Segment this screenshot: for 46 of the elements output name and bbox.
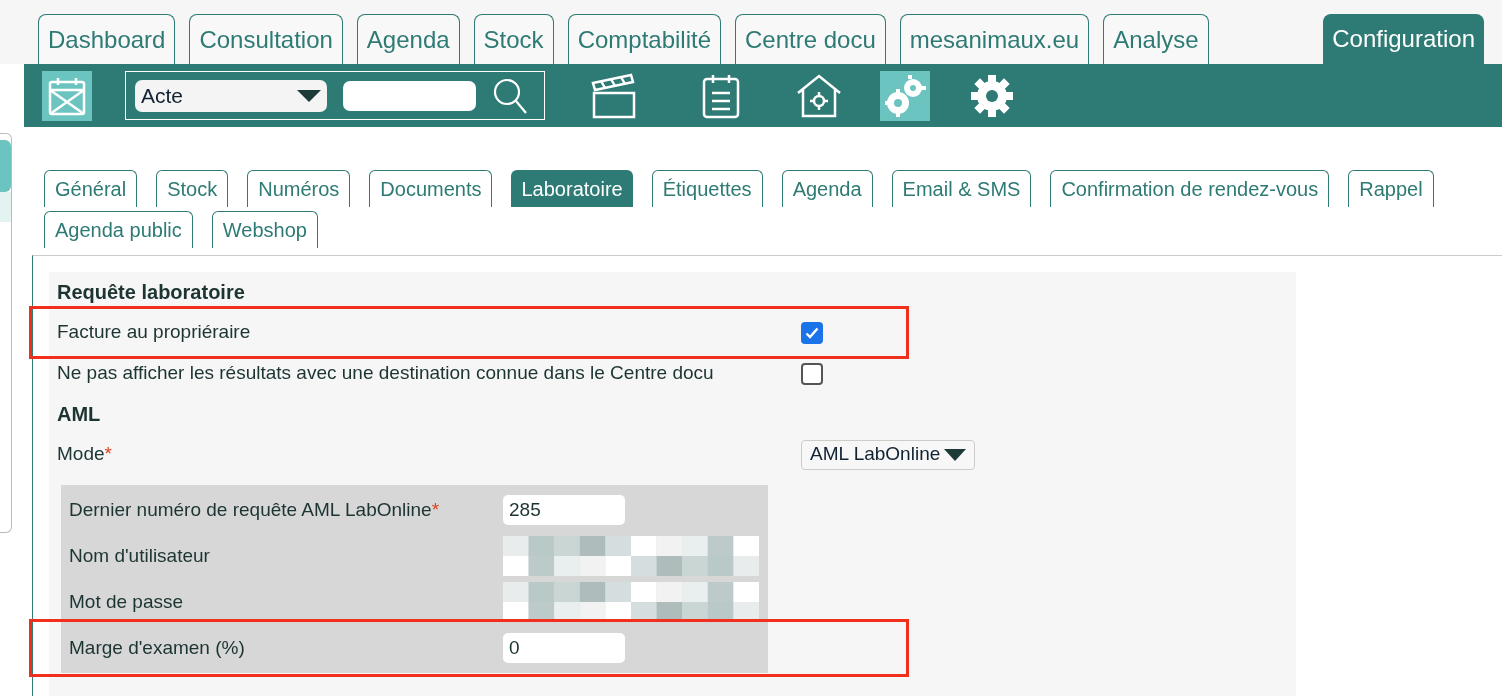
- dropdown-arrow-icon: [297, 89, 321, 102]
- main-tab[interactable]: Consultation: [189, 14, 343, 64]
- field-label: Dernier numéro de requête AML LabOnline*: [69, 497, 441, 522]
- settings-icon[interactable]: [970, 73, 1014, 118]
- settings-tab[interactable]: Documents: [369, 170, 493, 207]
- field-label: Nom d'utilisateur: [69, 543, 211, 568]
- main-tab[interactable]: Analyse: [1103, 14, 1209, 64]
- checkbox[interactable]: [801, 321, 823, 344]
- settings-tab[interactable]: Numéros: [247, 170, 351, 207]
- main-tab[interactable]: mesanimaux.eu: [899, 14, 1090, 64]
- mode-dropdown[interactable]: AML LabOnline: [801, 439, 976, 470]
- search-field[interactable]: [343, 80, 476, 111]
- side-panel-row: [0, 192, 11, 222]
- settings-tab[interactable]: Email & SMS: [891, 170, 1032, 207]
- settings-tab[interactable]: Agenda: [781, 170, 873, 207]
- section-heading: AML: [56, 402, 102, 427]
- search-type-dropdown[interactable]: Acte: [135, 79, 327, 112]
- input-field[interactable]: 0: [503, 633, 625, 663]
- main-tab[interactable]: Agenda: [356, 14, 460, 64]
- settings-tab[interactable]: Général: [44, 170, 138, 207]
- main-tab[interactable]: Comptabilité: [567, 14, 722, 64]
- input-field[interactable]: 285: [503, 495, 625, 525]
- settings-tab[interactable]: Étiquettes: [651, 170, 763, 207]
- main-tab[interactable]: Centre docu: [735, 14, 886, 64]
- clapperboard-icon[interactable]: [591, 72, 637, 119]
- checkmark-icon: [805, 326, 819, 339]
- settings-tab[interactable]: Rappel: [1348, 170, 1434, 207]
- section-heading: Requête laboratoire: [56, 280, 246, 305]
- settings-tab[interactable]: Confirmation de rendez-vous: [1050, 170, 1330, 207]
- field-label: Ne pas afficher les résultats avec une destination connue dans le Centre docu: [57, 361, 715, 386]
- field-label: Mode*: [57, 442, 113, 467]
- checkbox[interactable]: [801, 362, 823, 385]
- settings-tab[interactable]: Agenda public: [44, 211, 193, 248]
- main-tab[interactable]: Dashboard: [38, 14, 176, 64]
- main-tab[interactable]: Configuration: [1323, 14, 1484, 64]
- house-gear-icon[interactable]: [796, 72, 842, 119]
- search-icon[interactable]: [492, 76, 528, 115]
- field-label: Marge d'examen (%): [69, 635, 246, 660]
- settings-tab[interactable]: Stock: [156, 170, 229, 207]
- field-label: Mot de passe: [69, 589, 185, 614]
- settings-tab[interactable]: Laboratoire: [511, 170, 633, 207]
- dropdown-arrow-icon: [944, 448, 967, 461]
- clipboard-icon[interactable]: [701, 72, 741, 119]
- settings-tab[interactable]: Webshop: [211, 211, 318, 248]
- main-tab[interactable]: Stock: [473, 14, 554, 64]
- field-label: Facture au propriéraire: [57, 320, 252, 345]
